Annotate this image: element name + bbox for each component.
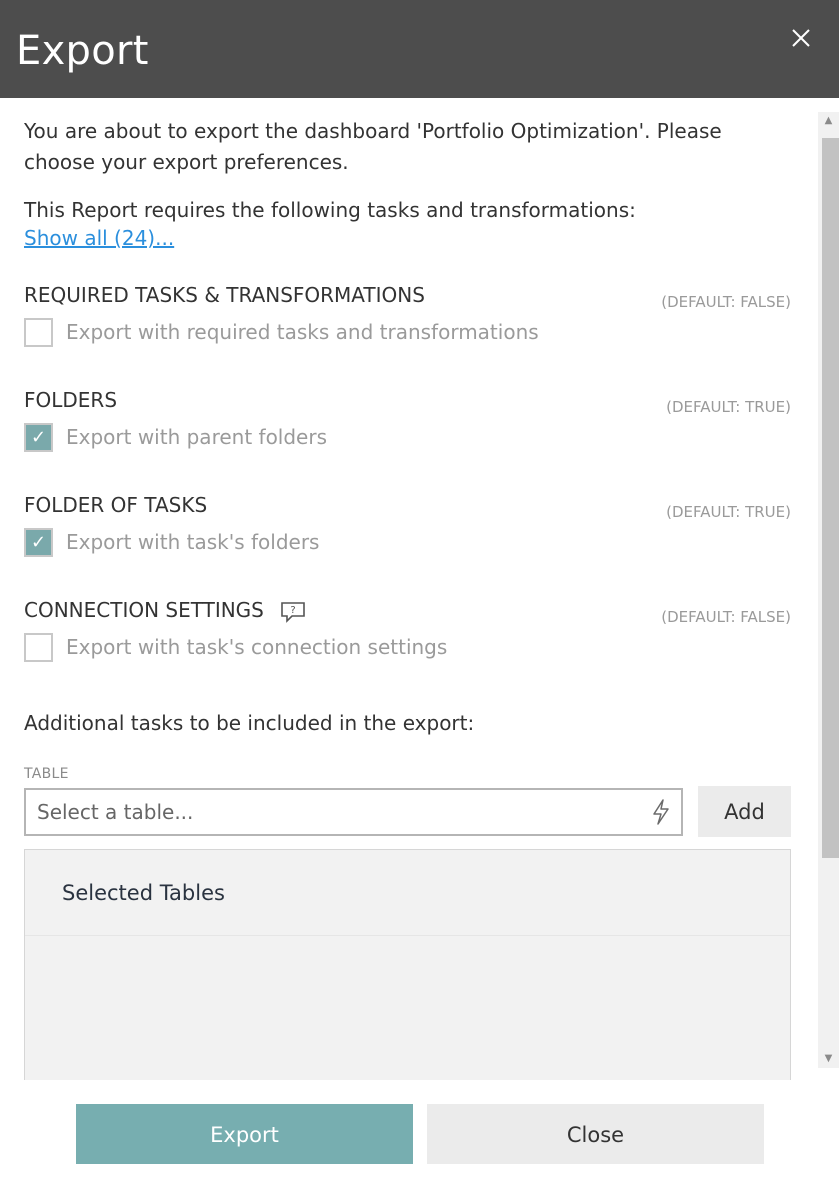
checkmark-icon: ✓ <box>30 532 47 553</box>
selected-tables-panel: Selected Tables <box>24 849 791 1080</box>
section-default: (DEFAULT: TRUE) <box>666 503 791 521</box>
section-connection-settings: CONNECTION SETTINGS ? (DEFAULT: FALSE) E… <box>24 597 791 677</box>
section-default: (DEFAULT: FALSE) <box>661 293 791 311</box>
export-button[interactable]: Export <box>76 1104 413 1164</box>
section-default: (DEFAULT: FALSE) <box>661 608 791 626</box>
task-folders-checkbox[interactable]: ✓ <box>24 528 53 557</box>
selected-tables-header: Selected Tables <box>25 850 790 936</box>
section-required-tasks: REQUIRED TASKS & TRANSFORMATIONS (DEFAUL… <box>24 282 791 362</box>
table-select-input[interactable] <box>24 788 683 836</box>
dialog-body: You are about to export the dashboard 'P… <box>0 98 839 1080</box>
lightning-bolt-icon <box>653 799 669 825</box>
selected-tables-title: Selected Tables <box>62 881 225 905</box>
parent-folders-checkbox[interactable]: ✓ <box>24 423 53 452</box>
close-icon[interactable] <box>789 26 813 50</box>
checkbox-label: Export with task's connection settings <box>66 635 448 659</box>
section-title: FOLDER OF TASKS <box>24 493 208 517</box>
section-title: CONNECTION SETTINGS ? <box>24 597 306 623</box>
checkmark-icon: ✓ <box>30 427 47 448</box>
required-tasks-checkbox[interactable] <box>24 318 53 347</box>
add-button[interactable]: Add <box>698 786 791 837</box>
dialog-header: Export <box>0 0 839 98</box>
checkbox-label: Export with required tasks and transform… <box>66 320 539 344</box>
section-folder-of-tasks: FOLDER OF TASKS (DEFAULT: TRUE) ✓ Export… <box>24 492 791 572</box>
section-folders: FOLDERS (DEFAULT: TRUE) ✓ Export with pa… <box>24 387 791 467</box>
dialog-title: Export <box>16 28 149 74</box>
comment-help-icon[interactable]: ? <box>280 601 306 623</box>
checkbox-label: Export with task's folders <box>66 530 320 554</box>
vertical-scrollbar[interactable]: ▲ ▼ <box>818 112 839 1068</box>
dialog-footer: Export Close <box>0 1080 839 1187</box>
show-all-link[interactable]: Show all (24)... <box>24 225 174 251</box>
scroll-down-arrow-icon[interactable]: ▼ <box>818 1050 839 1068</box>
section-default: (DEFAULT: TRUE) <box>666 398 791 416</box>
close-button[interactable]: Close <box>427 1104 764 1164</box>
section-title: FOLDERS <box>24 388 118 412</box>
section-title-text: CONNECTION SETTINGS <box>24 598 264 622</box>
checkbox-label: Export with parent folders <box>66 425 328 449</box>
table-field-label: TABLE <box>24 766 69 782</box>
scrollbar-thumb[interactable] <box>822 138 839 858</box>
connection-settings-checkbox[interactable] <box>24 633 53 662</box>
additional-tasks-label: Additional tasks to be included in the e… <box>24 711 475 735</box>
section-title: REQUIRED TASKS & TRANSFORMATIONS <box>24 283 425 307</box>
export-dialog: Export You are about to export the dashb… <box>0 0 839 1187</box>
intro-text: You are about to export the dashboard 'P… <box>24 119 722 174</box>
requires-text: This Report requires the following tasks… <box>24 198 636 222</box>
scroll-up-arrow-icon[interactable]: ▲ <box>818 112 839 130</box>
svg-text:?: ? <box>291 605 296 616</box>
